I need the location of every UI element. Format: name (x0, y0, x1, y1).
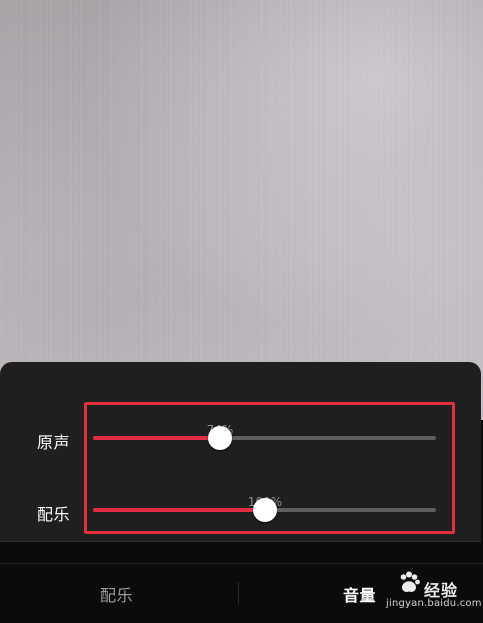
music-slider[interactable]: 100% (93, 495, 436, 523)
slider-label: 配乐 (37, 505, 71, 524)
tab-volume[interactable]: 音量 (343, 582, 376, 606)
bottom-tab-bar: 配乐 音量 (0, 563, 483, 623)
app-screen: 原声 74% 配乐 100% 配乐 音量 (0, 0, 483, 623)
tab-divider (238, 582, 239, 604)
original-sound-slider[interactable]: 74% (93, 423, 436, 451)
slider-row-music: 配乐 100% (0, 476, 483, 530)
slider-fill (93, 508, 265, 512)
slider-fill (93, 436, 220, 440)
slider-thumb[interactable] (253, 498, 277, 522)
tab-music[interactable]: 配乐 (100, 582, 133, 606)
video-preview (0, 0, 483, 420)
slider-label: 原声 (37, 433, 71, 452)
slider-row-original-sound: 原声 74% (0, 404, 483, 458)
slider-thumb[interactable] (208, 426, 232, 450)
